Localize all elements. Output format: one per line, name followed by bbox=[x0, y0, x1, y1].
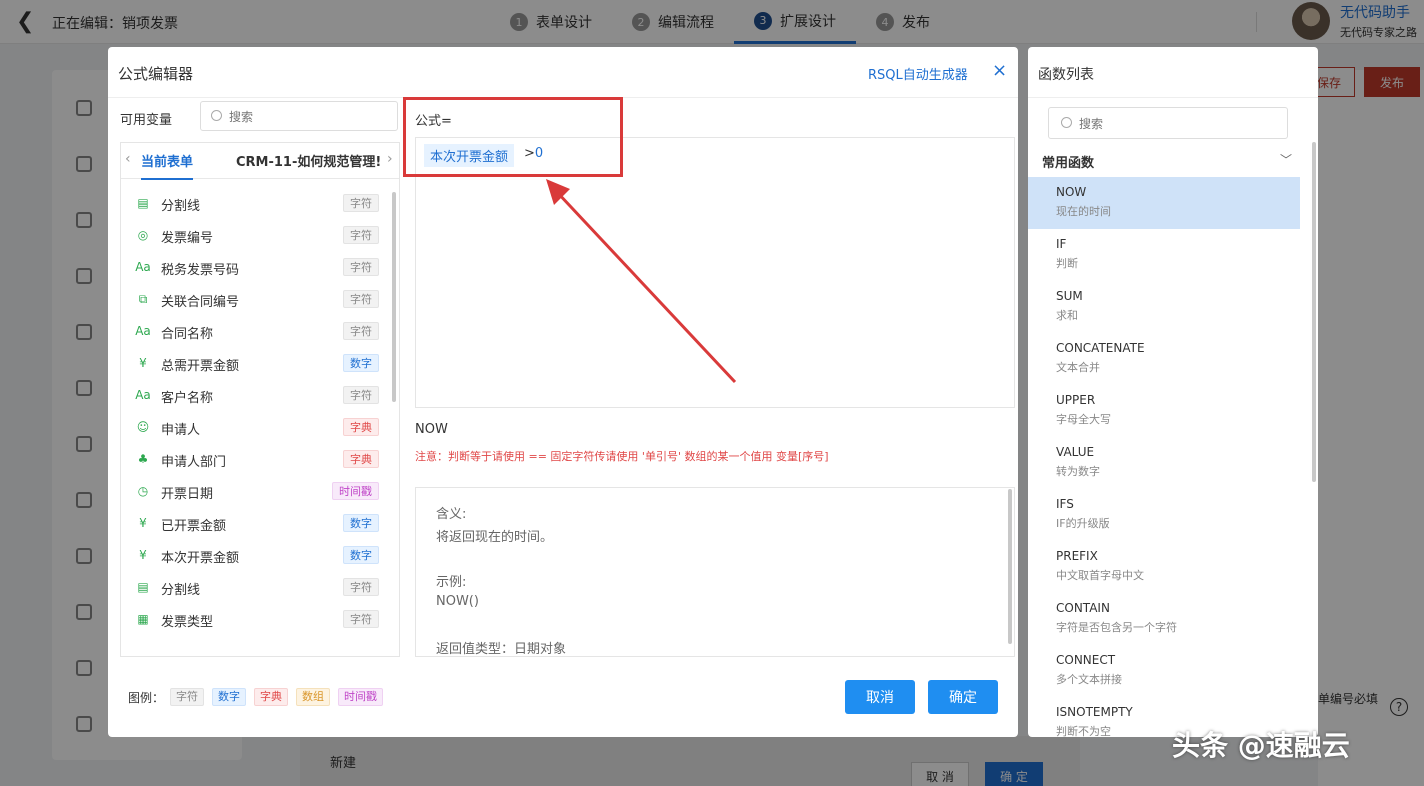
chevron-down-icon[interactable]: ﹀ bbox=[1280, 151, 1292, 168]
serial-icon: ◎ bbox=[137, 228, 149, 242]
variables-label: 可用变量 bbox=[120, 113, 173, 128]
function-item[interactable]: IF 判断 bbox=[1028, 229, 1300, 281]
rsql-generator-link[interactable]: RSQL自动生成器 bbox=[868, 64, 968, 83]
search-icon bbox=[1061, 117, 1072, 128]
variable-item[interactable]: ▤ 分割线 字符 bbox=[121, 187, 391, 219]
type-tag: 字符 bbox=[343, 290, 379, 308]
annotation-highlight-box bbox=[403, 97, 623, 177]
function-item[interactable]: PREFIX 中文取首字母中文 bbox=[1028, 541, 1300, 593]
variable-item[interactable]: ♣ 申请人部门 字典 bbox=[121, 443, 391, 475]
function-group-title[interactable]: 常用函数 bbox=[1042, 152, 1094, 171]
tab-related-form[interactable]: CRM-11-如何规范管理! bbox=[236, 151, 381, 170]
variable-item[interactable]: ⧉ 关联合同编号 字符 bbox=[121, 283, 391, 315]
variable-item[interactable]: Aa 合同名称 字符 bbox=[121, 315, 391, 347]
yuan-icon: ¥ bbox=[139, 516, 147, 530]
variable-item[interactable]: ◷ 开票日期 时间戳 bbox=[121, 475, 391, 507]
divider-icon: ▤ bbox=[137, 580, 149, 594]
variable-item[interactable]: ▤ 分割线 字符 bbox=[121, 571, 391, 603]
text-icon: Aa bbox=[135, 324, 151, 338]
text-icon: Aa bbox=[135, 388, 151, 402]
variable-item[interactable]: ▦ 发票类型 字符 bbox=[121, 603, 391, 635]
divider bbox=[1028, 97, 1318, 98]
legend: 图例： 字符 数字 字典 数组 时间戳 bbox=[128, 688, 391, 706]
function-list-scrollbar[interactable] bbox=[1312, 142, 1316, 482]
type-tag: 数字 bbox=[343, 546, 379, 564]
function-description: 含义: 将返回现在的时间。 示例: NOW() 返回值类型：日期对象 bbox=[415, 487, 1015, 657]
close-icon[interactable]: × bbox=[992, 61, 1007, 81]
type-tag: 时间戳 bbox=[332, 482, 379, 500]
type-tag: 字符 bbox=[343, 610, 379, 628]
tab-current-form[interactable]: 当前表单 bbox=[141, 151, 194, 180]
variable-item[interactable]: ◎ 发票编号 字符 bbox=[121, 219, 391, 251]
clock-icon: ◷ bbox=[137, 484, 149, 498]
org-icon: ♣ bbox=[137, 452, 149, 466]
variable-item[interactable]: ¥ 本次开票金额 数字 bbox=[121, 539, 391, 571]
variable-list: ▤ 分割线 字符 ◎ 发票编号 字符 Aa 税务发票号码 字符 ⧉ 关联合同编号 字符 Aa 合同… bbox=[121, 187, 391, 635]
formula-editor-modal: 公式编辑器 RSQL自动生成器 × 可用变量 ‹ 当前表单 CRM-11-如何规… bbox=[108, 47, 1018, 737]
type-tag: 字典 bbox=[343, 450, 379, 468]
type-tag: 字符 bbox=[343, 386, 379, 404]
type-tag: 字典 bbox=[343, 418, 379, 436]
search-icon bbox=[211, 110, 222, 121]
legend-tag: 数组 bbox=[296, 688, 331, 706]
function-item[interactable]: CONTAIN 字符是否包含另一个字符 bbox=[1028, 593, 1300, 645]
modal-title: 公式编辑器 bbox=[118, 65, 194, 83]
type-tag: 字符 bbox=[343, 322, 379, 340]
function-list: NOW 现在的时间 IF 判断 SUM 求和 CONCATENATE 文本合并 UPPE… bbox=[1028, 177, 1300, 737]
users-icon: ☺ bbox=[136, 420, 150, 434]
variable-item[interactable]: Aa 客户名称 字符 bbox=[121, 379, 391, 411]
select-icon: ▦ bbox=[137, 612, 149, 626]
variable-search[interactable] bbox=[200, 101, 398, 131]
function-list-title: 函数列表 bbox=[1038, 67, 1094, 83]
type-tag: 字符 bbox=[343, 226, 379, 244]
function-list-panel: 函数列表 常用函数 ﹀ NOW现在的时间 IF判断 SUM求和 CONCATEN… bbox=[1028, 47, 1318, 737]
description-scrollbar[interactable] bbox=[1008, 489, 1012, 644]
notice-text: 注意：判断等于请使用 == 固定字符传请使用 '单引号' 数组的某一个值用 变量… bbox=[415, 450, 829, 463]
type-tag: 字符 bbox=[343, 194, 379, 212]
selected-function-name: NOW bbox=[415, 422, 448, 437]
variable-tabs: ‹ 当前表单 CRM-11-如何规范管理! › bbox=[121, 143, 399, 180]
variable-item[interactable]: ☺ 申请人 字典 bbox=[121, 411, 391, 443]
type-tag: 数字 bbox=[343, 514, 379, 532]
legend-tag: 数字 bbox=[212, 688, 247, 706]
type-tag: 字符 bbox=[343, 578, 379, 596]
link-icon: ⧉ bbox=[138, 292, 148, 306]
function-item[interactable]: SUM 求和 bbox=[1028, 281, 1300, 333]
function-item[interactable]: CONCATENATE 文本合并 bbox=[1028, 333, 1300, 385]
function-item[interactable]: UPPER 字母全大写 bbox=[1028, 385, 1300, 437]
yuan-icon: ¥ bbox=[139, 548, 147, 562]
variable-search-input[interactable] bbox=[229, 107, 389, 127]
confirm-button[interactable]: 确定 bbox=[928, 680, 998, 714]
cancel-button[interactable]: 取消 bbox=[845, 680, 915, 714]
variable-item[interactable]: ¥ 已开票金额 数字 bbox=[121, 507, 391, 539]
text-icon: Aa bbox=[135, 260, 151, 274]
watermark: 头条 @速融云 bbox=[1172, 729, 1350, 762]
function-item[interactable]: IFS IF的升级版 bbox=[1028, 489, 1300, 541]
variable-item[interactable]: Aa 税务发票号码 字符 bbox=[121, 251, 391, 283]
yuan-icon: ¥ bbox=[139, 356, 147, 370]
legend-tag: 时间戳 bbox=[338, 688, 384, 706]
chevron-left-icon[interactable]: ‹ bbox=[125, 151, 131, 167]
variable-item[interactable]: ¥ 总需开票金额 数字 bbox=[121, 347, 391, 379]
legend-tag: 字典 bbox=[254, 688, 289, 706]
function-item[interactable]: CONNECT 多个文本拼接 bbox=[1028, 645, 1300, 697]
type-tag: 数字 bbox=[343, 354, 379, 372]
variables-panel: ‹ 当前表单 CRM-11-如何规范管理! › ▤ 分割线 字符 ◎ 发票编号 字符 A… bbox=[120, 142, 400, 657]
chevron-right-icon[interactable]: › bbox=[387, 151, 393, 167]
divider-icon: ▤ bbox=[137, 196, 149, 210]
function-search-input[interactable] bbox=[1079, 114, 1269, 134]
annotation-arrow bbox=[546, 179, 737, 384]
function-item[interactable]: VALUE 转为数字 bbox=[1028, 437, 1300, 489]
function-item[interactable]: NOW 现在的时间 bbox=[1028, 177, 1300, 229]
function-search[interactable] bbox=[1048, 107, 1288, 139]
type-tag: 字符 bbox=[343, 258, 379, 276]
variables-scrollbar[interactable] bbox=[392, 192, 396, 402]
legend-tag: 字符 bbox=[170, 688, 205, 706]
